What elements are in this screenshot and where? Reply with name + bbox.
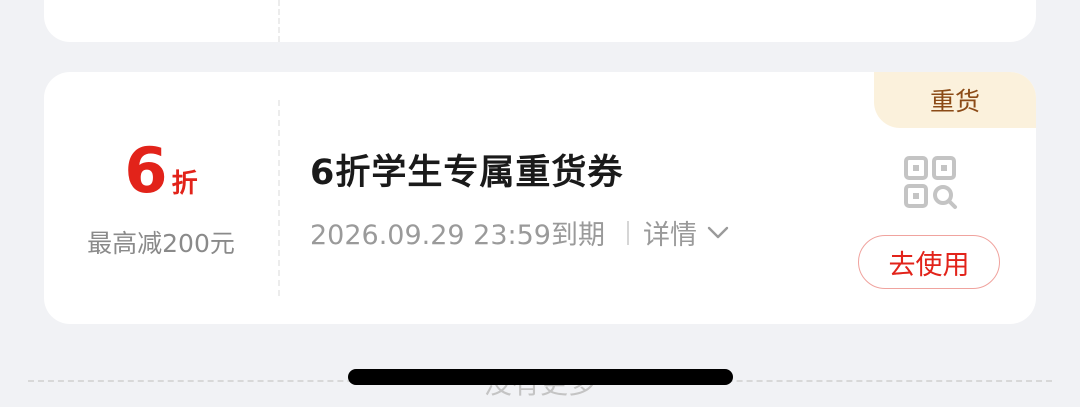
previous-coupon-card bbox=[44, 0, 1036, 42]
home-indicator-bar[interactable] bbox=[348, 369, 733, 385]
card-divider bbox=[278, 100, 280, 296]
coupon-list-page: 6折 最高减200元 6折学生专属重货券 2026.09.29 23:59到期 … bbox=[0, 0, 1080, 407]
details-toggle[interactable]: 详情 bbox=[643, 213, 729, 252]
details-label: 详情 bbox=[642, 220, 697, 251]
coupon-type-tag: 重货 bbox=[874, 72, 1036, 128]
expiry-date: 2026.09.29 23:59到期 bbox=[310, 220, 605, 251]
discount-number: 6 bbox=[124, 134, 168, 207]
meta-separator bbox=[626, 220, 629, 245]
qr-code-scan-icon[interactable] bbox=[902, 154, 958, 210]
coupon-card[interactable]: 6折 最高减200元 6折学生专属重货券 2026.09.29 23:59到期 … bbox=[44, 72, 1036, 324]
chevron-down-icon bbox=[707, 226, 729, 238]
discount-unit: 折 bbox=[171, 169, 198, 199]
use-coupon-button[interactable]: 去使用 bbox=[858, 235, 1000, 289]
coupon-title: 6折学生专属重货券 bbox=[310, 153, 624, 193]
max-reduce-label: 最高减200元 bbox=[87, 229, 235, 258]
discount-value: 6折 bbox=[44, 140, 278, 202]
coupon-meta: 2026.09.29 23:59到期 详情 bbox=[310, 213, 729, 252]
card-divider bbox=[278, 0, 280, 42]
